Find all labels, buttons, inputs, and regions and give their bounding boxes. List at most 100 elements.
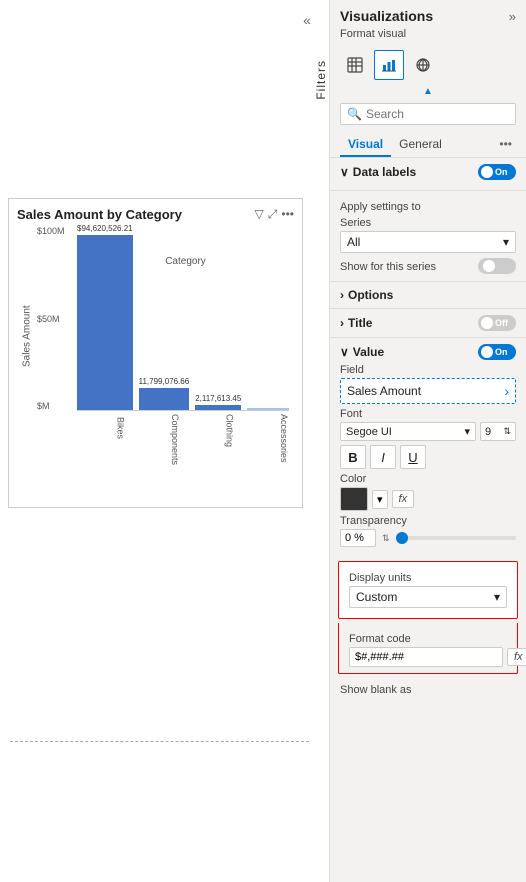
y-label: $50M [37, 314, 75, 324]
tab-visual[interactable]: Visual [340, 133, 391, 157]
bar-group-clothing[interactable]: 2,117,613.45 [195, 394, 241, 410]
show-for-series-label: Show for this series [340, 261, 436, 273]
underline-button[interactable]: U [400, 445, 426, 469]
font-family-dropdown[interactable]: Segoe UI ▾ [340, 422, 476, 441]
bar-accessories [247, 408, 289, 410]
table-viz-button[interactable] [340, 50, 370, 80]
slider-track [396, 536, 516, 540]
transparency-label: Transparency [340, 515, 516, 527]
tabs-row: Visual General ••• [330, 133, 526, 158]
value-section-title: ∨ Value [340, 345, 384, 359]
tab-more-button[interactable]: ••• [495, 133, 516, 157]
search-icon: 🔍 [347, 107, 362, 121]
display-units-value: Custom [356, 590, 397, 604]
transparency-slider[interactable] [396, 536, 516, 540]
font-label: Font [340, 408, 516, 420]
series-dropdown[interactable]: All ▾ [340, 231, 516, 253]
data-labels-toggle[interactable]: On [478, 164, 516, 180]
bold-button[interactable]: B [340, 445, 366, 469]
y-label: $100M [37, 226, 75, 236]
options-section: › Options [330, 281, 526, 308]
data-labels-title: ∨ Data labels [340, 165, 416, 179]
field-value: Sales Amount [347, 384, 421, 398]
bar-group-bikes[interactable]: $94,620,526.21 [77, 224, 133, 410]
toggle-knob [483, 260, 495, 272]
search-box[interactable]: 🔍 [340, 103, 516, 125]
y-label: $M [37, 401, 75, 411]
transparency-value: 0 % [345, 532, 364, 544]
series-value: All [347, 235, 360, 249]
color-swatch[interactable] [340, 487, 368, 511]
field-dropdown[interactable]: Sales Amount › [340, 378, 516, 404]
x-label-accessories: Accessories [241, 414, 290, 442]
bar-value-bikes: $94,620,526.21 [77, 224, 133, 233]
options-header[interactable]: › Options [340, 288, 516, 302]
x-axis-labels: Bikes Components Clothing Accessories [77, 414, 289, 442]
chevron-down-icon: ∨ [340, 165, 349, 179]
toggle-on-label: On [495, 347, 508, 357]
format-code-fx-button[interactable]: fx [507, 648, 526, 666]
chevron-right-icon: › [340, 288, 344, 302]
apply-settings-title: Apply settings to [340, 201, 516, 213]
bar-chart-viz-button[interactable] [374, 50, 404, 80]
chart-inner: $M $50M $100M $94,620,526.21 11,799,076.… [37, 226, 294, 446]
chevron-down-icon: ▾ [464, 425, 470, 438]
bar-group-accessories[interactable] [247, 406, 289, 410]
color-dropdown-button[interactable]: ▾ [372, 490, 388, 509]
chart-panel: « Filters Sales Amount by Category ▽ ⤢ •… [0, 0, 330, 882]
search-input[interactable] [366, 107, 509, 121]
tab-general[interactable]: General [391, 133, 450, 157]
title-header[interactable]: › Title [340, 316, 372, 330]
x-label-bikes: Bikes [77, 414, 126, 442]
chevron-down-icon: ▾ [494, 590, 500, 604]
slider-thumb [396, 532, 408, 544]
active-tab-indicator: ▲ [330, 86, 526, 99]
chevron-down-icon: ∨ [340, 345, 349, 359]
format-visual-label: Format visual [330, 28, 526, 46]
display-units-dropdown[interactable]: Custom ▾ [349, 586, 507, 608]
toggle-knob [481, 166, 493, 178]
filter-icon[interactable]: ▽ [255, 207, 264, 222]
bar-bikes [77, 235, 133, 410]
expand-icon[interactable]: ⤢ [268, 207, 278, 222]
display-units-label: Display units [349, 572, 507, 584]
y-axis-labels: $M $50M $100M [37, 226, 75, 411]
show-blank-label: Show blank as [340, 684, 516, 696]
format-code-label: Format code [349, 633, 507, 645]
color-row: ▾ fx [340, 487, 516, 511]
chevron-down-icon: ▾ [503, 235, 509, 249]
collapse-panel-button[interactable]: « [297, 10, 317, 30]
color-fx-button[interactable]: fx [392, 490, 415, 508]
transparency-input[interactable]: 0 % [340, 529, 376, 547]
toggle-on-label: On [495, 167, 508, 177]
font-style-row: B I U [340, 445, 516, 469]
expand-panel-icon[interactable]: » [509, 9, 516, 24]
bar-group-components[interactable]: 11,799,076.66 [139, 377, 190, 410]
show-for-series-toggle[interactable] [478, 258, 516, 274]
bar-clothing [195, 405, 241, 410]
panel-header: Visualizations » [330, 0, 526, 28]
bars-area: $94,620,526.21 11,799,076.66 2,117,613.4… [77, 226, 289, 411]
transparency-row: 0 % ⇅ [340, 529, 516, 547]
chart-container: Sales Amount by Category ▽ ⤢ ••• Sales A… [8, 198, 303, 508]
header-icons: » [509, 9, 516, 24]
bar-components [139, 388, 190, 410]
format-code-input[interactable] [349, 647, 503, 667]
panel-title: Visualizations [340, 8, 433, 24]
show-blank-section: Show blank as [330, 674, 526, 704]
bar-value-clothing: 2,117,613.45 [195, 394, 241, 403]
spinner-icon: ⇅ [382, 533, 390, 544]
apply-settings-section: Apply settings to Series All ▾ Show for … [330, 190, 526, 281]
font-size-value: 9 [485, 426, 491, 438]
analytics-viz-button[interactable] [408, 50, 438, 80]
field-arrow-icon: › [504, 383, 509, 399]
value-toggle[interactable]: On [478, 344, 516, 360]
font-size-input[interactable]: 9 ⇅ [480, 422, 516, 441]
bar-value-components: 11,799,076.66 [139, 377, 190, 386]
spinner-icon: ⇅ [503, 426, 511, 437]
title-section-header: › Title Off [340, 315, 516, 331]
chevron-left-icon: « [303, 12, 311, 28]
title-toggle[interactable]: Off [478, 315, 516, 331]
more-options-icon[interactable]: ••• [281, 207, 294, 222]
italic-button[interactable]: I [370, 445, 396, 469]
